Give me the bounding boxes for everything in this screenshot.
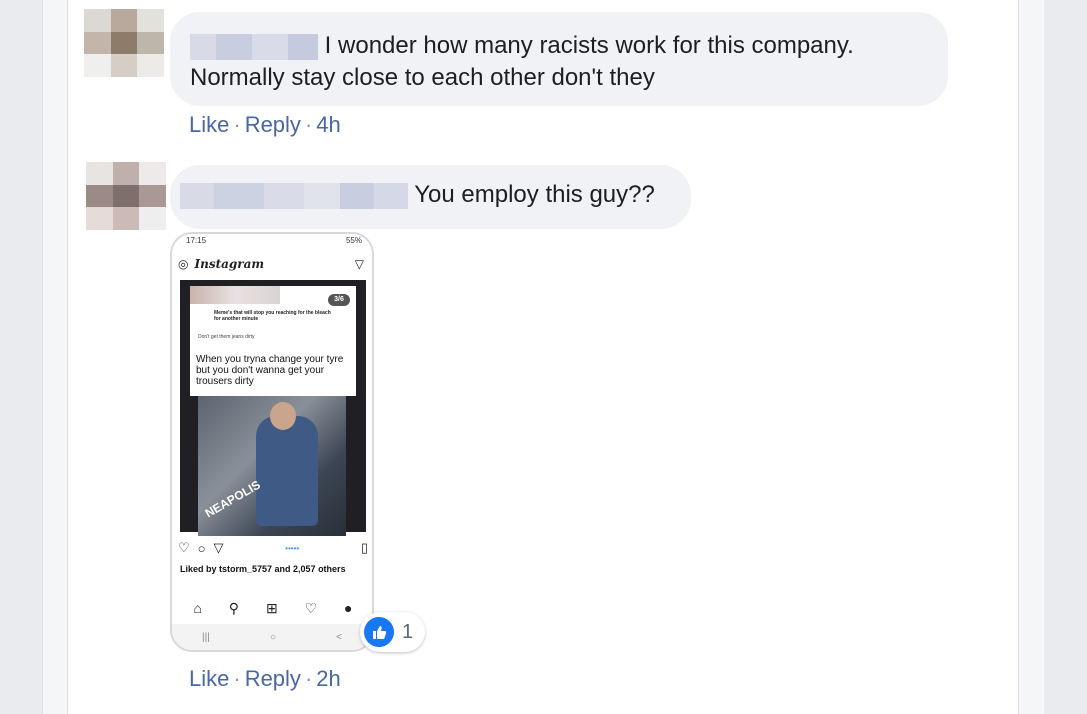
redacted-name: [304, 182, 340, 209]
redacted-name: [288, 33, 318, 60]
car-text: NEAPOLIS: [202, 477, 263, 521]
separator: ·: [304, 666, 313, 691]
back-icon: <: [336, 631, 342, 643]
instagram-logo: Instagram: [194, 257, 265, 271]
comment-timestamp[interactable]: 2h: [316, 666, 340, 691]
post-action-icons: ♡ ○ ▽ ••••• ▯: [178, 540, 368, 556]
redacted-name: [190, 33, 216, 60]
like-button[interactable]: Like: [189, 112, 229, 137]
heart-icon: ♡: [304, 599, 318, 616]
meme-photo: NEAPOLIS: [198, 396, 346, 536]
post-caption: Don't get them jeans dirty: [198, 334, 255, 340]
comment-text: Normally stay close to each other don't …: [190, 64, 655, 91]
page: I wonder how many racists work for this …: [0, 0, 1087, 714]
like-button[interactable]: Like: [189, 666, 229, 691]
attached-screenshot[interactable]: 17:15 55% ◎ Instagram ▽ Meme's that will…: [170, 232, 374, 652]
avatar[interactable]: [84, 9, 164, 77]
reply-button[interactable]: Reply: [245, 112, 301, 137]
thumbs-up-icon: [364, 617, 394, 647]
post-header: Meme's that will stop you reaching for t…: [214, 310, 331, 322]
bookmark-icon: ▯: [360, 540, 368, 555]
story-post: Meme's that will stop you reaching for t…: [180, 280, 366, 536]
meme-text: When you tryna change your tyre but you …: [190, 350, 356, 396]
redacted-name: [216, 33, 252, 60]
add-post-icon: ⊞: [265, 599, 278, 616]
redacted-name: [180, 182, 214, 209]
home-icon: ⌂: [193, 600, 202, 616]
profile-icon: ●: [344, 600, 353, 616]
comment-bubble: You employ this guy??: [170, 165, 691, 229]
thumbs-up-glyph: [373, 626, 387, 639]
instagram-nav-bar: ⌂ ⚲ ⊞ ♡ ●: [180, 598, 366, 618]
reaction-count: 1: [402, 620, 414, 643]
comment-icon: ○: [197, 540, 206, 556]
comment-actions: Like · Reply · 4h: [189, 112, 341, 138]
reply-button[interactable]: Reply: [245, 666, 301, 691]
instagram-header: ◎ Instagram ▽: [178, 254, 364, 274]
reaction-summary[interactable]: 1: [360, 612, 426, 652]
redacted-name: [340, 182, 374, 209]
search-icon: ⚲: [228, 599, 240, 616]
redacted-name: [214, 182, 264, 209]
redacted-name: [252, 33, 288, 60]
phone-battery: 55%: [345, 236, 362, 245]
send-icon: ▽: [354, 257, 364, 271]
comment-actions: Like · Reply · 2h: [189, 666, 341, 692]
comment-timestamp[interactable]: 4h: [316, 112, 340, 137]
post-header-card: Meme's that will stop you reaching for t…: [190, 286, 356, 350]
liked-by-text: Liked by tstorm_5757 and 2,057 others: [180, 564, 346, 574]
officer-head: [270, 402, 296, 430]
avatar[interactable]: [86, 162, 166, 230]
recents-icon: |||: [202, 631, 210, 643]
android-nav-bar: ||| ○ <: [172, 624, 372, 650]
home-circle-icon: ○: [269, 631, 276, 643]
comment-text-line: I wonder how many racists work for this …: [190, 30, 948, 62]
redacted-name: [374, 182, 408, 209]
separator: ·: [233, 112, 241, 137]
separator: ·: [233, 666, 241, 691]
phone-status-bar: 17:15 55%: [186, 236, 362, 248]
comment-bubble: I wonder how many racists work for this …: [170, 12, 948, 106]
separator: ·: [304, 112, 313, 137]
heart-icon: ♡: [178, 540, 190, 555]
story-counter: 3/6: [328, 294, 350, 306]
redacted-name: [190, 286, 280, 304]
carousel-dots-icon: •••••: [285, 543, 300, 553]
officer-figure: [256, 416, 318, 526]
redacted-name: [264, 182, 304, 209]
camera-icon: ◎: [178, 257, 189, 271]
share-icon: ▽: [213, 540, 224, 555]
comment-text: You employ this guy??: [414, 181, 655, 208]
phone-time: 17:15: [186, 236, 207, 245]
comment-text: I wonder how many racists work for this …: [324, 32, 854, 59]
right-gutter: [1044, 0, 1087, 714]
